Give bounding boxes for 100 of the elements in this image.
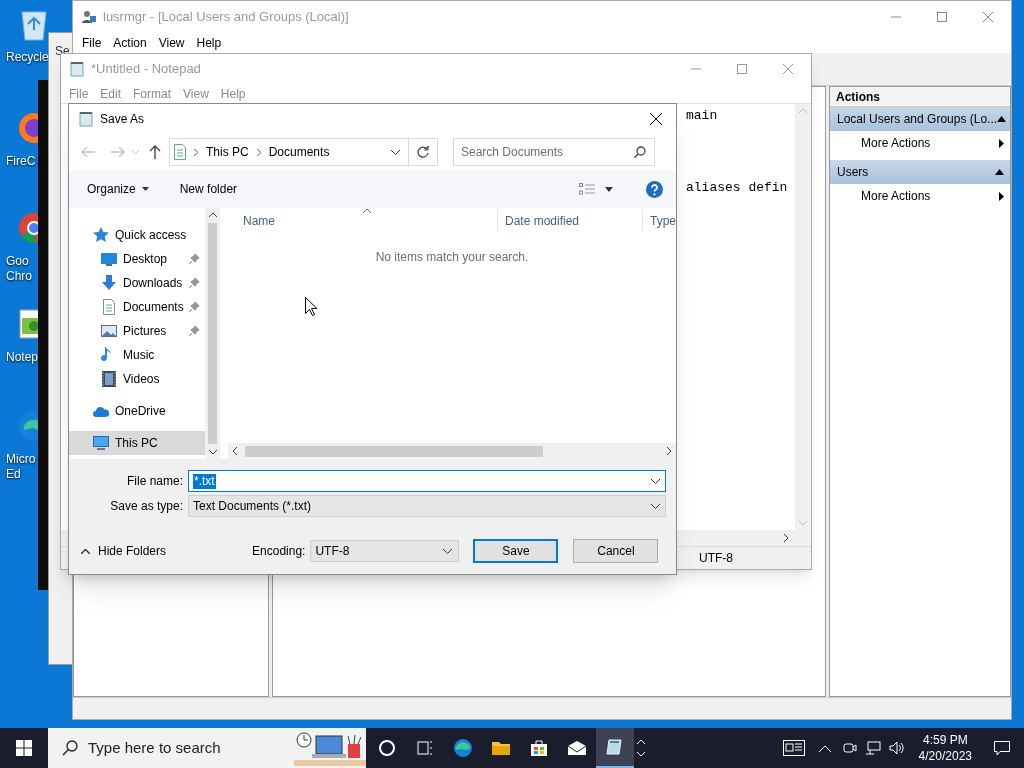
cancel-button[interactable]: Cancel — [573, 539, 659, 563]
sort-caret-icon — [363, 209, 371, 213]
scrollbar-thumb[interactable] — [208, 223, 218, 444]
up-arrow-icon[interactable] — [149, 145, 161, 159]
pin-icon — [189, 326, 200, 336]
field-label: Save as type: — [109, 498, 184, 515]
notepad-icon — [78, 111, 94, 127]
icon-label: Notep — [6, 350, 39, 365]
column-header[interactable]: Type — [642, 210, 676, 231]
file-name-field[interactable]: *.txt — [188, 470, 666, 492]
address-bar[interactable]: This PC Documents — [169, 138, 409, 166]
column-header[interactable]: Date modified — [497, 210, 642, 231]
nav-item[interactable]: Quick access — [69, 223, 206, 247]
scroll-up-icon[interactable] — [208, 212, 217, 217]
dropdown-caret-icon[interactable] — [605, 186, 613, 192]
star-icon — [93, 227, 109, 243]
film-icon — [101, 371, 117, 387]
nav-item[interactable]: Documents — [69, 295, 206, 319]
volume-icon[interactable] — [888, 741, 905, 755]
scroll-right-icon[interactable] — [667, 447, 672, 455]
actions-header: Actions — [830, 87, 1010, 107]
close-icon — [650, 113, 662, 125]
news-icon[interactable] — [782, 740, 805, 756]
view-options-icon[interactable] — [579, 183, 595, 195]
search-field[interactable]: Type here to search — [48, 728, 366, 768]
nav-item[interactable]: Desktop — [69, 247, 206, 271]
text-line: main — [686, 108, 718, 123]
notepad-icon — [605, 737, 625, 757]
chevron-right-icon — [256, 148, 261, 156]
time-label: 4:59 PM — [922, 732, 968, 748]
action-item[interactable]: More Actions — [830, 131, 1010, 155]
collapse-icon[interactable] — [995, 169, 1004, 175]
network-icon[interactable] — [864, 741, 881, 755]
hide-folders-button[interactable]: Hide Folders — [81, 539, 167, 563]
scroll-right-icon[interactable] — [784, 534, 789, 542]
icon-label: Goo — [6, 254, 30, 269]
document-icon — [101, 299, 117, 315]
menu-item[interactable]: Edit — [94, 84, 128, 103]
nav-item[interactable]: OneDrive — [69, 399, 206, 423]
menu-item[interactable]: Action — [108, 34, 152, 52]
refresh-icon — [417, 146, 429, 158]
document-icon — [174, 144, 186, 160]
collapse-caret-icon — [81, 548, 90, 554]
notepad-icon[interactable] — [16, 306, 38, 342]
search-field[interactable]: Search Documents — [453, 138, 655, 166]
dropdown-caret-icon[interactable] — [391, 149, 400, 155]
download-arrow-icon — [101, 275, 117, 291]
nav-item[interactable]: This PC — [69, 431, 206, 455]
dropdown-caret-icon — [443, 548, 453, 554]
field-label: Encoding: — [252, 543, 306, 560]
menu-item[interactable]: File — [77, 34, 107, 52]
save-button[interactable]: Save — [473, 539, 559, 563]
pin-icon — [189, 278, 200, 288]
menu-item[interactable]: Help — [191, 34, 227, 52]
refresh-button[interactable] — [409, 138, 438, 166]
nav-item[interactable]: Pictures — [69, 319, 206, 343]
file-type-dropdown[interactable]: Text Documents (*.txt) — [188, 495, 666, 517]
encoding-dropdown[interactable]: UTF-8 — [310, 540, 460, 562]
column-header[interactable]: Name — [228, 210, 497, 231]
desk-illustration-drawing — [294, 730, 366, 766]
nav-item[interactable]: Downloads — [69, 271, 206, 295]
menu-item[interactable]: File — [63, 84, 95, 103]
date-label: 4/20/2023 — [918, 748, 972, 764]
mail-icon — [567, 738, 587, 758]
task-view-icon — [415, 738, 435, 758]
text-line: aliases defin — [686, 180, 788, 195]
clock[interactable]: 4:59 PM 4/20/2023 — [910, 732, 980, 764]
windows-logo-icon — [16, 740, 32, 756]
scroll-up-icon — [637, 739, 645, 744]
scroll-down-icon[interactable] — [208, 450, 217, 455]
breadcrumb-item[interactable]: Documents — [268, 143, 330, 161]
organize-button[interactable]: Organize — [79, 176, 157, 202]
menu-item[interactable]: View — [177, 84, 215, 103]
scroll-left-icon[interactable] — [232, 447, 237, 455]
breadcrumb-item[interactable]: This PC — [206, 143, 249, 161]
search-icon — [62, 740, 78, 756]
webcam-icon[interactable] — [842, 741, 857, 755]
section-header[interactable]: Users — [830, 160, 1010, 184]
menu-item[interactable]: Format — [127, 84, 178, 103]
taskbar-button[interactable] — [596, 728, 634, 768]
notepad-icon — [69, 61, 85, 77]
window-title: *Untitled - Notepad — [91, 60, 201, 79]
section-title: Users — [837, 164, 869, 181]
scrollbar-thumb[interactable] — [245, 445, 543, 457]
menu-item[interactable]: Help — [214, 84, 252, 103]
nav-item[interactable]: Videos — [69, 367, 206, 391]
help-icon[interactable] — [646, 180, 663, 198]
action-item[interactable]: More Actions — [830, 184, 1010, 208]
maximize-icon — [737, 64, 747, 74]
pin-icon — [189, 254, 200, 264]
cortana-icon — [377, 738, 397, 758]
collapse-icon[interactable] — [997, 116, 1007, 122]
mouse-pointer-icon — [305, 297, 317, 316]
icon-label: Micro — [6, 452, 36, 467]
new-folder-button[interactable]: New folder — [171, 176, 246, 202]
dialog-title: Save As — [100, 111, 145, 128]
show-hidden-icons-icon[interactable] — [818, 744, 831, 752]
menu-item[interactable]: View — [153, 34, 190, 52]
section-header[interactable]: Local Users and Groups (Lo... — [830, 107, 1010, 131]
nav-item[interactable]: Music — [69, 343, 206, 367]
